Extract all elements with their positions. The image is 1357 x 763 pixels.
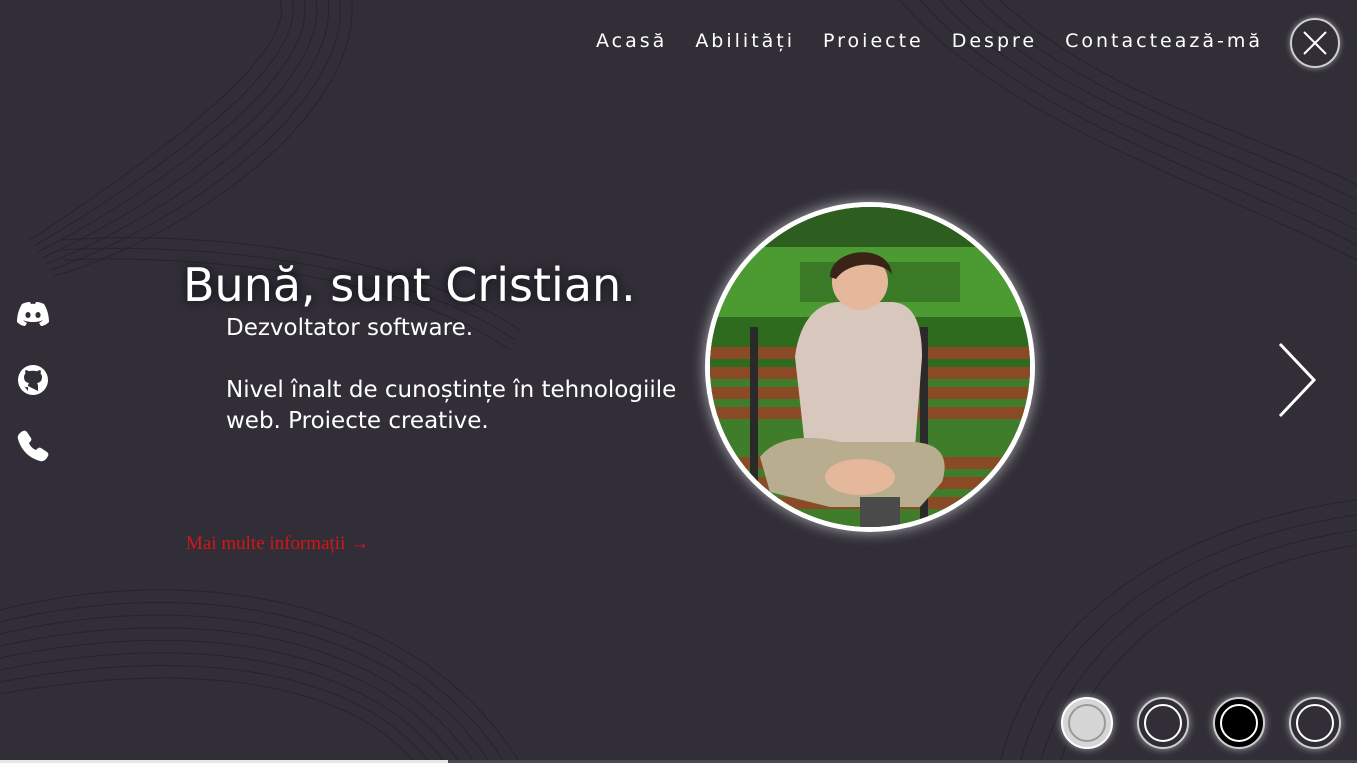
nav-link-contact[interactable]: Contactează-mă (1065, 30, 1263, 52)
more-info-link[interactable]: Mai multe informații → (186, 533, 369, 555)
slide-dot-1-inner (1068, 704, 1106, 742)
phone-link[interactable] (15, 428, 51, 464)
next-slide-arrow-icon[interactable] (1272, 340, 1322, 420)
slide-dot-2-inner (1144, 704, 1182, 742)
nav-link-projects[interactable]: Proiecte (823, 30, 924, 52)
hero-description: Nivel înalt de cunoștințe în tehnologiil… (226, 377, 677, 434)
slide-dot-2[interactable] (1137, 697, 1189, 749)
slider-pagination (1061, 697, 1341, 749)
page: Acasă Abilități Proiecte Despre Contacte… (0, 0, 1357, 763)
github-link[interactable] (15, 362, 51, 398)
slide-dot-4-inner (1296, 704, 1334, 742)
hero-role: Dezvoltator software. (226, 315, 474, 341)
slide-dot-3-active[interactable] (1213, 697, 1265, 749)
close-icon (1303, 31, 1327, 55)
github-icon (18, 365, 48, 395)
nav-link-about[interactable]: Despre (952, 30, 1037, 52)
slide-dot-3-inner (1220, 704, 1258, 742)
slide-dot-4[interactable] (1289, 697, 1341, 749)
profile-photo-illustration (710, 207, 1030, 527)
nav-link-skills[interactable]: Abilități (695, 30, 795, 52)
close-menu-button[interactable] (1290, 18, 1340, 68)
main-nav: Acasă Abilități Proiecte Despre Contacte… (596, 30, 1263, 52)
nav-link-home[interactable]: Acasă (596, 30, 667, 52)
discord-icon (17, 302, 49, 326)
social-links (15, 296, 51, 464)
discord-link[interactable] (15, 296, 51, 332)
hero-headline: Bună, sunt Cristian. (183, 258, 636, 312)
phone-icon (17, 430, 49, 462)
profile-photo (705, 202, 1035, 532)
slide-dot-1[interactable] (1061, 697, 1113, 749)
